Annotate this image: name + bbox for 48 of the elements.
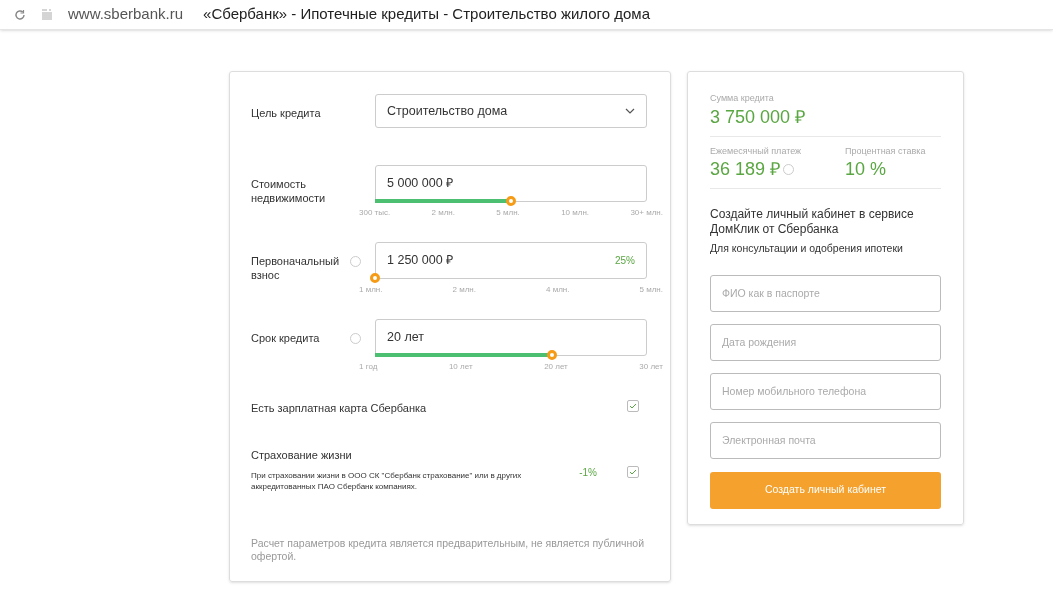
scale-label: 4 млн. xyxy=(546,284,570,296)
scale-label: 5 млн. xyxy=(496,207,520,219)
scale-label: 1 млн. xyxy=(359,284,383,296)
scale-label: 10 лет xyxy=(448,361,473,373)
scale-label: 30 лет xyxy=(639,361,663,373)
field-label: Стоимость недвижимости xyxy=(251,177,327,205)
monthly-payment-value: 36 189 ₽ xyxy=(710,158,781,180)
scale-label: 10 млн. xyxy=(561,207,590,219)
text-input[interactable]: Номер мобильного телефона xyxy=(710,372,941,410)
scale-label: 2 млн. xyxy=(452,284,476,296)
chevron-down-icon xyxy=(625,108,635,114)
text-input[interactable]: Дата рождения xyxy=(710,323,941,361)
scale-label: 2 млн. xyxy=(431,207,455,219)
signup-subheading: Для консультации и одобрения ипотеки xyxy=(710,241,904,256)
checkbox[interactable] xyxy=(627,466,639,478)
field-label: Срок кредита xyxy=(251,331,321,345)
interest-rate-label: Процентная ставка xyxy=(845,144,926,158)
field-label: Цель кредита xyxy=(251,106,322,120)
slider-thumb[interactable] xyxy=(546,350,557,360)
loan-purpose-select[interactable]: Строительство дома xyxy=(375,94,647,128)
check-icon xyxy=(629,403,637,409)
scale-label: 30+ млн. xyxy=(630,207,663,219)
text-input[interactable]: Электронная почта xyxy=(710,421,941,459)
option-note: При страховании жизни в ООО СК "Сбербанк страхование" или в других аккредитованных ПАО Сбербанк компаниях. xyxy=(251,470,523,492)
field-label: Первоначальный взнос xyxy=(251,254,341,282)
amount-input[interactable]: 1 250 000 ₽ 25% xyxy=(375,242,647,279)
monthly-payment-label: Ежемесячный платеж xyxy=(710,144,803,158)
slider-thumb[interactable] xyxy=(506,196,516,206)
disclaimer-text: Расчет параметров кредита является предварительным, не является публичной офертой. xyxy=(251,537,645,563)
discount-value: -1% xyxy=(579,465,597,480)
reload-icon[interactable] xyxy=(14,8,26,21)
check-icon xyxy=(629,469,637,475)
loan-amount-value: 3 750 000 ₽ xyxy=(710,105,807,128)
loan-amount-label: Сумма кредита xyxy=(710,92,775,105)
checkbox[interactable] xyxy=(627,400,639,412)
signup-heading: Создайте личный кабинет в сервисе ДомКлик от Сбербанка xyxy=(710,207,915,237)
scale-label: 5 млн. xyxy=(639,284,663,296)
option-label: Страхование жизни xyxy=(251,447,353,463)
scale-label: 20 лет xyxy=(544,361,568,373)
address-url[interactable]: www.sberbank.ru xyxy=(68,3,184,26)
text-input[interactable]: ФИО как в паспорте xyxy=(710,274,941,312)
scale-label: 300 тыс. xyxy=(359,207,391,219)
option-label: Есть зарплатная карта Сбербанка xyxy=(251,401,427,416)
slider-thumb[interactable] xyxy=(370,273,380,283)
percent-value: 25% xyxy=(615,254,635,268)
scale-label: 1 год xyxy=(359,361,378,373)
interest-rate-value: 10 % xyxy=(845,158,888,180)
page-title: «Сбербанк» - Ипотечные кредиты - Строительство жилого дома xyxy=(203,4,650,25)
